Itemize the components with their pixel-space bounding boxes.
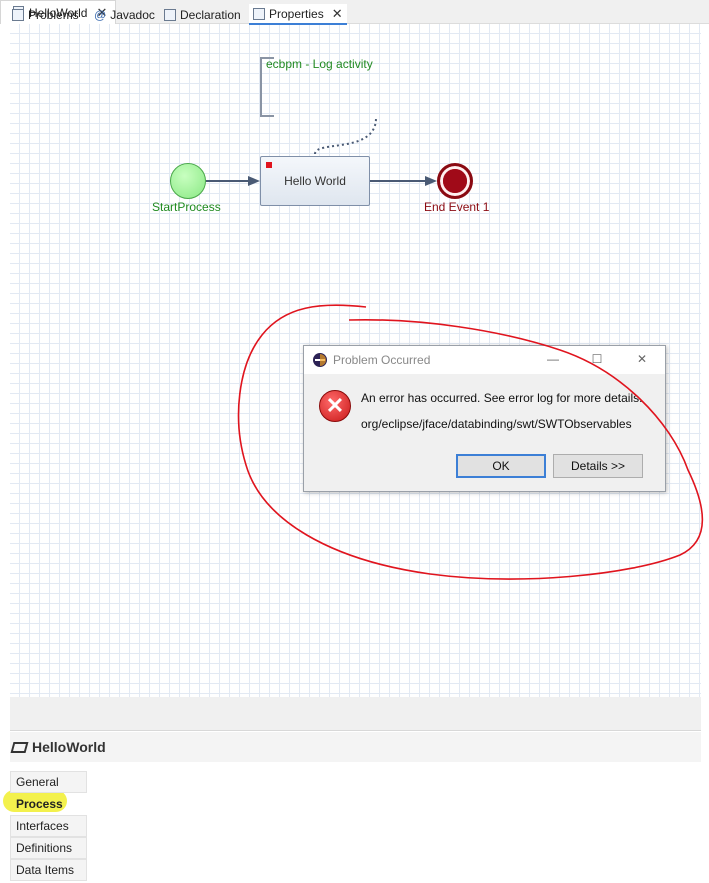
dialog-title: Problem Occurred [333, 353, 431, 367]
at-icon: @ [94, 7, 107, 22]
properties-tab-definitions[interactable]: Definitions [10, 837, 87, 859]
start-event[interactable] [170, 163, 206, 199]
properties-tab-general[interactable]: General [10, 771, 87, 793]
declaration-icon [164, 8, 176, 21]
properties-tab-data-items[interactable]: Data Items [10, 859, 87, 881]
close-icon[interactable]: ✕ [332, 7, 343, 20]
tab-javadoc-label: Javadoc [110, 7, 155, 22]
eclipse-icon [313, 353, 327, 367]
process-shape-icon [10, 741, 29, 753]
properties-icon [253, 7, 265, 20]
problems-icon [12, 8, 24, 21]
end-event-label: End Event 1 [424, 200, 490, 214]
end-event-inner [443, 169, 467, 193]
details-button[interactable]: Details >> [553, 454, 643, 478]
minimize-button[interactable]: — [546, 352, 560, 366]
task-marker-icon [266, 162, 272, 168]
error-detail: org/eclipse/jface/databinding/swt/SWTObs… [361, 417, 632, 431]
start-event-label: StartProcess [152, 200, 221, 214]
properties-tab-process[interactable]: Process [10, 793, 87, 815]
ok-button[interactable]: OK [456, 454, 546, 478]
close-button[interactable]: ✕ [635, 352, 649, 366]
properties-header: HelloWorld [10, 732, 701, 762]
tab-declaration[interactable]: Declaration [164, 4, 241, 25]
tab-properties[interactable]: Properties ✕ [249, 4, 347, 25]
text-annotation: ecbpm - Log activity [266, 57, 373, 71]
arrowhead-icon [248, 176, 260, 186]
annotation-association[interactable] [314, 117, 377, 155]
error-message: An error has occurred. See error log for… [361, 391, 643, 405]
tab-problems[interactable]: Problems [12, 4, 79, 25]
views-tab-bar [10, 705, 701, 731]
task-label: Hello World [284, 174, 346, 188]
maximize-button[interactable]: ☐ [590, 352, 604, 366]
problem-dialog: Problem Occurred — ☐ ✕ ✕ An error has oc… [303, 345, 666, 492]
tab-problems-label: Problems [28, 7, 79, 22]
tab-javadoc[interactable]: @ Javadoc [94, 4, 155, 25]
arrowhead-icon [425, 176, 437, 186]
dialog-title-bar[interactable]: Problem Occurred [304, 346, 665, 374]
tab-declaration-label: Declaration [180, 7, 241, 22]
error-icon: ✕ [319, 390, 351, 422]
task-hello-world[interactable]: Hello World [260, 156, 370, 206]
properties-title: HelloWorld [32, 739, 106, 755]
tab-properties-label: Properties [269, 6, 324, 21]
properties-tab-interfaces[interactable]: Interfaces [10, 815, 87, 837]
